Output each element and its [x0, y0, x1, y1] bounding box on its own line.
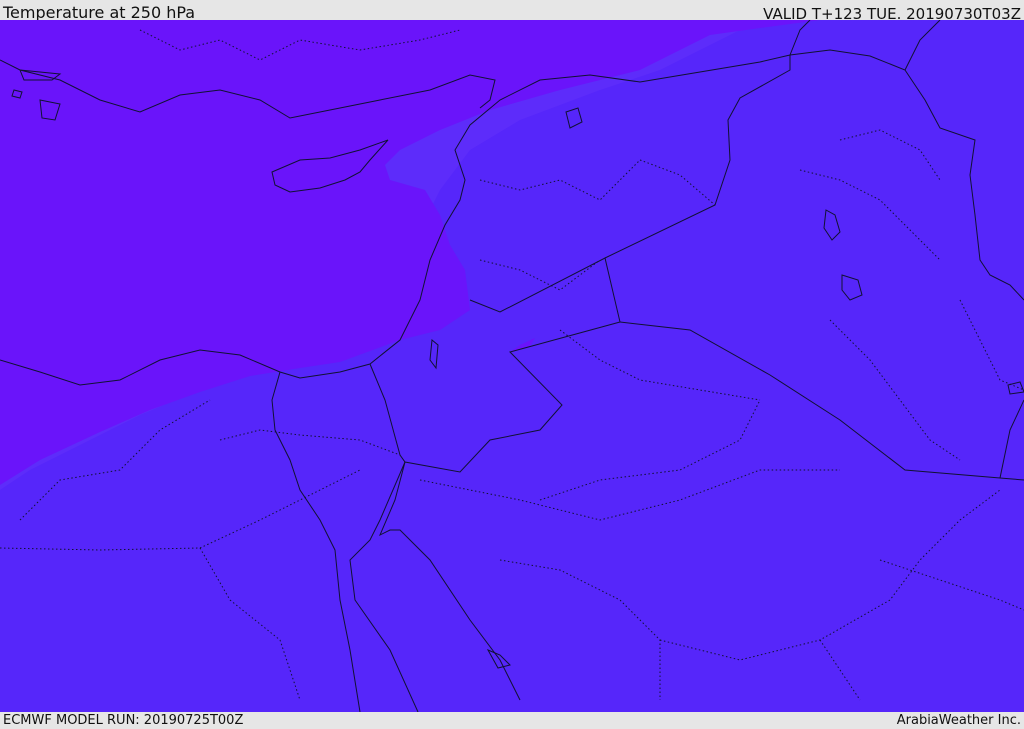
map-canvas: [0, 20, 1024, 712]
weather-map[interactable]: [0, 20, 1024, 712]
credit-text: ArabiaWeather Inc.: [896, 713, 1021, 728]
header-bar: Temperature at 250 hPa VALID T+123 TUE. …: [0, 0, 1024, 23]
map-page: Temperature at 250 hPa VALID T+123 TUE. …: [0, 0, 1024, 729]
footer-bar: ECMWF MODEL RUN: 20190725T00Z ArabiaWeat…: [0, 712, 1024, 729]
model-run-info: ECMWF MODEL RUN: 20190725T00Z: [3, 713, 244, 728]
